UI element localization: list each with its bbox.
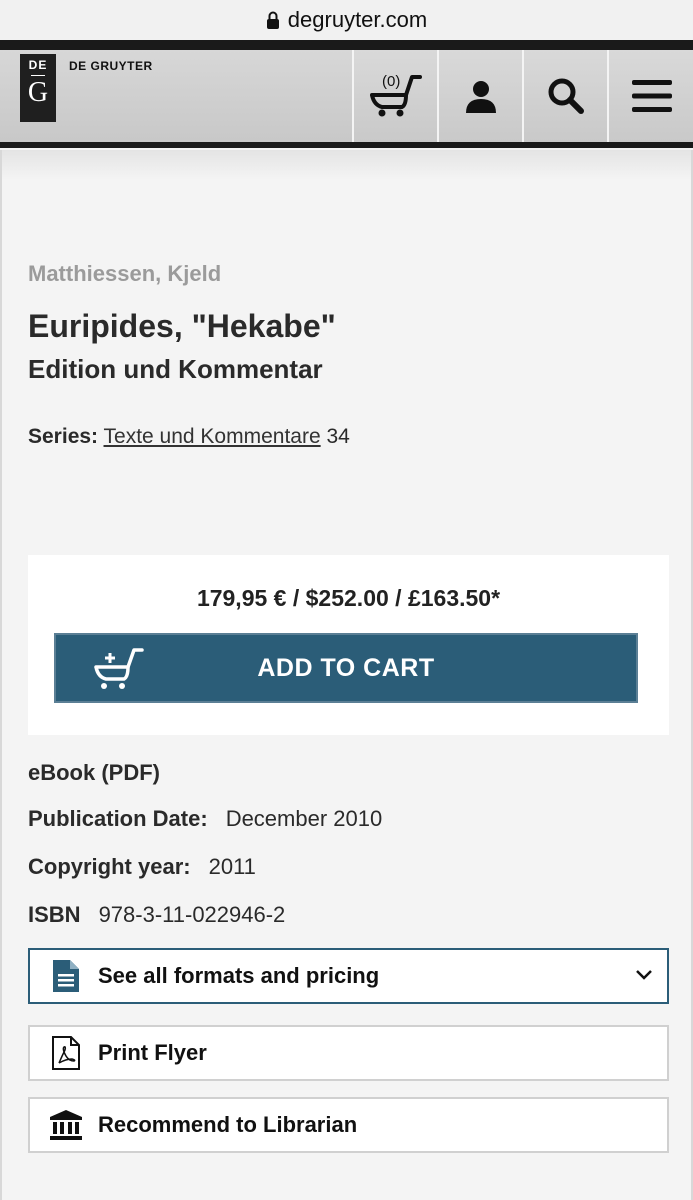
formats-label: See all formats and pricing [98, 963, 380, 988]
series-link[interactable]: Texte und Kommentare [104, 425, 321, 448]
account-button[interactable] [437, 50, 523, 142]
formats-pricing-dropdown[interactable]: See all formats and pricing [28, 948, 669, 1004]
pub-date-label: Publication Date: [28, 806, 208, 831]
book-title: Euripides, "Hekabe" [28, 308, 336, 344]
print-flyer-button[interactable]: Print Flyer [28, 1025, 669, 1081]
isbn-value: 978-3-11-022946-2 [98, 902, 286, 927]
hamburger-icon [632, 80, 672, 112]
recommend-librarian-button[interactable]: Recommend to Librarian [28, 1097, 669, 1153]
book-author[interactable]: Matthiessen, Kjeld [28, 261, 221, 287]
cart-button[interactable]: (0) [352, 50, 438, 142]
add-to-cart-button[interactable]: ADD TO CART [54, 633, 638, 703]
menu-button[interactable] [607, 50, 693, 142]
logo-bottom-text: G [27, 77, 49, 108]
copyright-label: Copyright year: [28, 854, 191, 879]
brand-name: DE GRUYTER [69, 59, 153, 73]
copyright-value: 2011 [208, 854, 256, 879]
site-header: DE G DE GRUYTER (0) [0, 40, 693, 148]
recommend-librarian-label: Recommend to Librarian [98, 1112, 358, 1137]
isbn: ISBN 978-3-11-022946-2 [28, 902, 285, 928]
pub-date-value: December 2010 [225, 806, 383, 831]
chevron-down-icon [635, 968, 653, 986]
search-icon [548, 78, 584, 114]
price-box: 179,95 € / $252.00 / £163.50* ADD TO CAR… [28, 555, 669, 735]
price-text: 179,95 € / $252.00 / £163.50* [196, 585, 501, 611]
degruyter-logo[interactable]: DE G [20, 54, 56, 122]
book-subtitle: Edition und Kommentar [28, 354, 323, 384]
lock-icon [266, 11, 280, 29]
copyright-year: Copyright year: 2011 [28, 854, 256, 880]
document-icon [48, 960, 84, 992]
add-to-cart-label: ADD TO CART [257, 653, 435, 682]
cart-count: (0) [382, 73, 401, 90]
book-format: eBook (PDF) [28, 760, 160, 785]
publication-date: Publication Date: December 2010 [28, 806, 382, 832]
user-icon [466, 81, 496, 113]
series-number: 34 [326, 425, 350, 448]
url-text: degruyter.com [287, 7, 428, 32]
series-label: Series: [28, 425, 99, 448]
print-flyer-label: Print Flyer [98, 1040, 207, 1065]
search-button[interactable] [522, 50, 608, 142]
isbn-label: ISBN [28, 902, 81, 927]
library-icon [48, 1109, 84, 1141]
logo-top-text: DE [28, 58, 48, 72]
book-series: Series: Texte und Kommentare 34 [28, 425, 350, 449]
browser-url-bar[interactable]: degruyter.com [0, 0, 693, 40]
product-content: Matthiessen, Kjeld Euripides, "Hekabe" E… [0, 150, 693, 1200]
pdf-icon [48, 1036, 84, 1070]
